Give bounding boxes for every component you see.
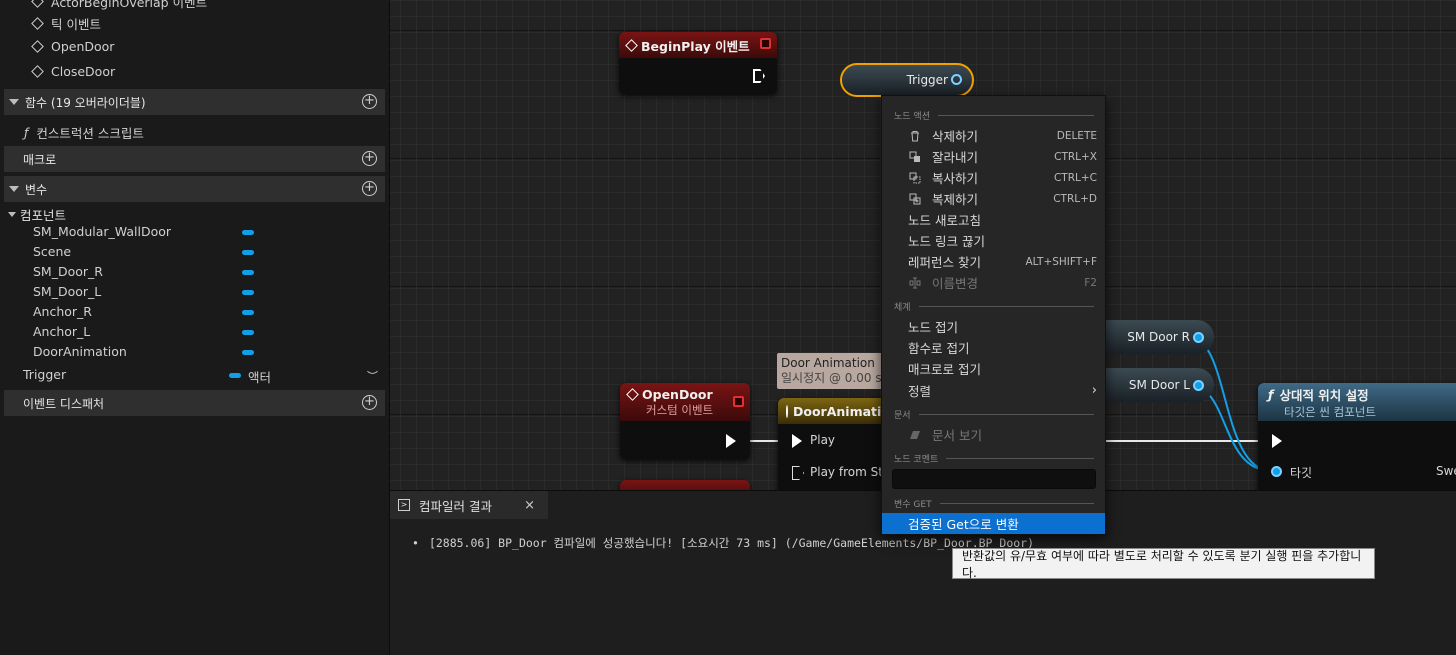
opendoor-event-node[interactable]: OpenDoor 커스텀 이벤트 <box>620 383 750 459</box>
menu-view-documentation[interactable]: 문서 보기 <box>882 424 1105 445</box>
exec-in-pin[interactable] <box>1272 434 1282 448</box>
function-icon: ƒ <box>24 125 29 140</box>
menu-rename[interactable]: 이름변경 F2 <box>882 272 1105 293</box>
event-icon <box>626 387 639 401</box>
event-item-tick[interactable]: 틱 이벤트 <box>31 14 101 33</box>
menu-header-documentation: 문서 <box>894 408 1094 421</box>
object-type-pill <box>242 310 254 315</box>
terminal-icon: > <box>398 499 410 511</box>
component-item[interactable]: Anchor_R <box>33 304 92 319</box>
duplicate-icon <box>909 193 921 204</box>
menu-break-links[interactable]: 노드 링크 끊기 <box>882 230 1105 251</box>
object-out-pin[interactable] <box>1193 332 1204 343</box>
my-blueprint-panel: ActorBeginOverlap 이벤트 틱 이벤트 OpenDoor Clo… <box>0 0 390 655</box>
exec-out-pin[interactable] <box>753 69 765 83</box>
eye-icon[interactable]: ︶ <box>367 368 378 384</box>
trigger-getter-node[interactable]: Trigger <box>840 63 974 97</box>
event-icon <box>31 0 44 8</box>
node-comment-input[interactable] <box>892 469 1096 489</box>
exec-in-pin[interactable] <box>792 434 802 448</box>
book-icon <box>910 430 920 439</box>
menu-header-organization: 체계 <box>894 300 1094 313</box>
variable-type-label: 액터 <box>248 370 272 385</box>
sweep-pin-label: Swe <box>1436 464 1456 478</box>
log-entry: • [2885.06] BP_Door 컴파일에 성공했습니다! [소요시간 73… <box>412 536 1035 550</box>
delegate-pin-icon[interactable] <box>760 38 771 49</box>
menu-collapse-to-macro[interactable]: 매크로로 접기 <box>882 358 1105 379</box>
menu-header-node-actions: 노드 액션 <box>894 109 1094 122</box>
tooltip: 반환값의 유/무효 여부에 따라 별도로 처리할 수 있도록 분기 실행 핀을 … <box>952 548 1375 580</box>
menu-header-variable-get: 변수 GET <box>894 497 1094 510</box>
event-icon <box>31 40 44 53</box>
object-type-pill <box>242 230 254 235</box>
close-icon[interactable]: × <box>524 498 535 513</box>
section-functions[interactable]: 함수 (19 오버라이더블) + <box>4 89 385 115</box>
component-item[interactable]: DoorAnimation <box>33 344 127 359</box>
add-variable-icon[interactable]: + <box>362 181 377 196</box>
event-item-opendoor[interactable]: OpenDoor <box>31 39 114 54</box>
chevron-right-icon: › <box>1091 383 1097 398</box>
menu-cut[interactable]: 잘라내기 CTRL+X <box>882 146 1105 167</box>
copy-icon <box>909 172 921 183</box>
dooranimation-timeline-node[interactable]: DoorAnimation Play Play from Start <box>778 398 900 490</box>
variable-trigger[interactable]: Trigger <box>23 367 66 382</box>
menu-header-node-comment: 노드 코멘트 <box>894 452 1094 465</box>
play-pin-label: Play <box>810 433 836 447</box>
exec-out-pin[interactable] <box>726 434 736 448</box>
object-type-pill <box>229 373 241 378</box>
trash-icon <box>911 130 919 141</box>
component-item[interactable]: SM_Door_L <box>33 284 101 299</box>
section-variables[interactable]: 변수 + <box>4 176 385 202</box>
menu-copy[interactable]: 복사하기 CTRL+C <box>882 167 1105 188</box>
object-out-pin[interactable] <box>951 74 962 85</box>
menu-collapse-nodes[interactable]: 노드 접기 <box>882 316 1105 337</box>
target-pin-label: 타깃 <box>1290 466 1313 480</box>
rename-icon <box>909 277 921 288</box>
collapse-arrow-icon <box>8 212 16 217</box>
components-category[interactable]: 컴포넌트 <box>8 205 66 224</box>
add-macro-icon[interactable]: + <box>362 151 377 166</box>
target-in-pin[interactable] <box>1271 466 1282 477</box>
cut-icon <box>909 151 920 162</box>
object-type-pill <box>242 350 254 355</box>
collapse-arrow-icon <box>9 186 19 192</box>
event-icon <box>31 65 44 78</box>
event-icon <box>31 17 44 30</box>
object-type-pill <box>242 330 254 335</box>
collapse-arrow-icon <box>9 99 19 105</box>
component-item[interactable]: SM_Door_R <box>33 264 103 279</box>
beginplay-node[interactable]: BeginPlay 이벤트 <box>619 32 777 94</box>
menu-duplicate[interactable]: 복제하기 CTRL+D <box>882 188 1105 209</box>
component-item[interactable]: Scene <box>33 244 71 259</box>
set-relative-location-node[interactable]: ƒ상대적 위치 설정 타깃은 씬 컴포넌트 타깃 Swe <box>1258 383 1456 490</box>
section-macros[interactable]: 매크로 + <box>4 146 385 172</box>
closedoor-event-node[interactable] <box>620 480 750 490</box>
component-item[interactable]: Anchor_L <box>33 324 90 339</box>
event-item-closedoor[interactable]: CloseDoor <box>31 64 115 79</box>
menu-alignment[interactable]: 정렬 › <box>882 380 1105 401</box>
node-context-menu: 노드 액션 삭제하기 DELETE 잘라내기 CTRL+X 복사하기 CTRL+C 복… <box>881 95 1106 535</box>
menu-find-references[interactable]: 레퍼런스 찾기 ALT+SHIFT+F <box>882 251 1105 272</box>
exec-in-pin[interactable] <box>792 466 804 480</box>
construction-script-item[interactable]: ƒ 컨스트럭션 스크립트 <box>24 123 144 142</box>
delegate-pin-icon[interactable] <box>733 396 744 407</box>
add-function-icon[interactable]: + <box>362 94 377 109</box>
menu-refresh-nodes[interactable]: 노드 새로고침 <box>882 209 1105 230</box>
node-comment-bubble[interactable]: Door Animation 일시정지 @ 0.00 s <box>777 353 887 389</box>
add-dispatcher-icon[interactable]: + <box>362 395 377 410</box>
menu-delete[interactable]: 삭제하기 DELETE <box>882 125 1105 146</box>
object-type-pill <box>242 270 254 275</box>
event-item-overlap[interactable]: ActorBeginOverlap 이벤트 <box>31 0 207 11</box>
object-type-pill <box>242 290 254 295</box>
object-out-pin[interactable] <box>1193 380 1204 391</box>
component-item[interactable]: SM_Modular_WallDoor <box>33 224 171 239</box>
tab-compiler-results[interactable]: > 컴파일러 결과 × <box>390 491 548 519</box>
menu-collapse-to-function[interactable]: 함수로 접기 <box>882 337 1105 358</box>
object-type-pill <box>242 250 254 255</box>
event-icon <box>625 38 638 52</box>
function-icon: ƒ <box>1268 386 1274 402</box>
section-event-dispatchers[interactable]: 이벤트 디스패처 + <box>4 390 385 416</box>
menu-convert-to-validated-get[interactable]: 검증된 Get으로 변환 <box>882 513 1105 534</box>
clock-icon <box>786 404 788 418</box>
